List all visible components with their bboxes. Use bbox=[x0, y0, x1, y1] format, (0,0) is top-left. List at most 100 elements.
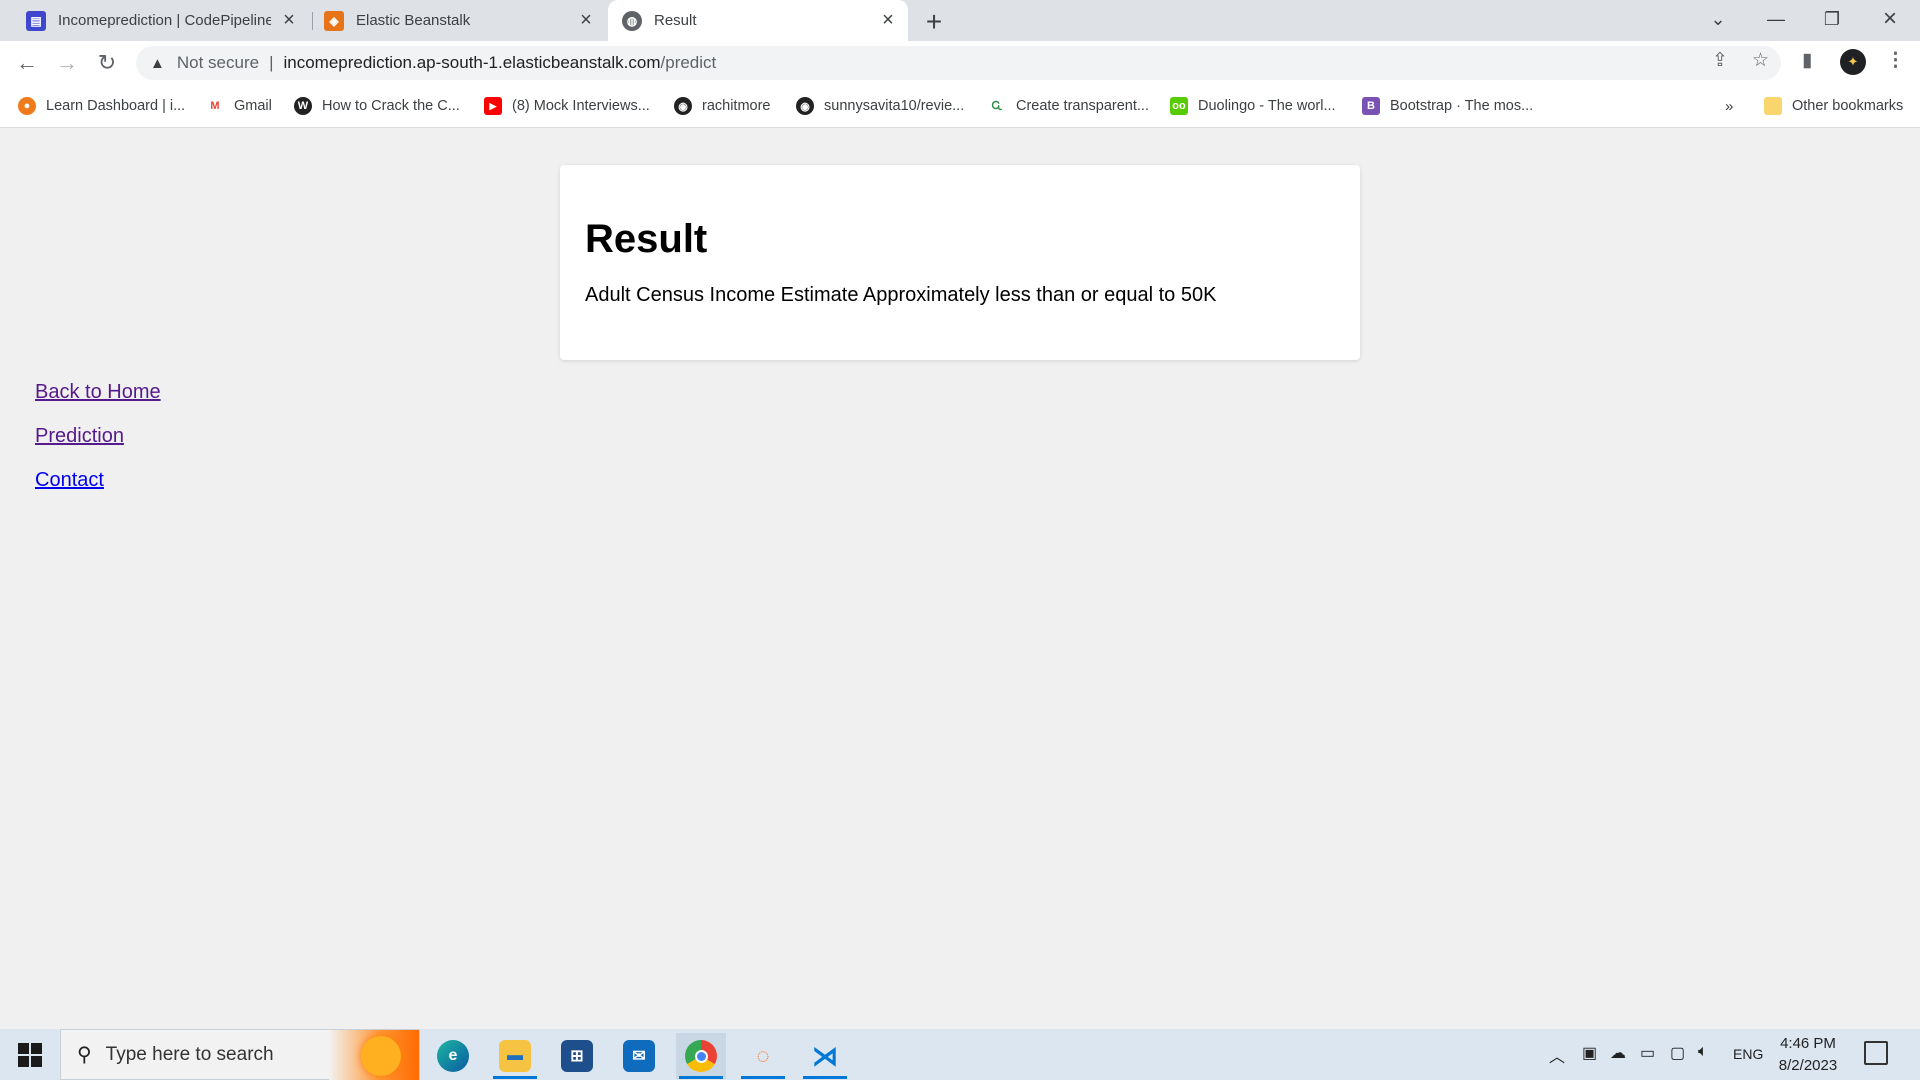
bookmarks-bar: ● Learn Dashboard | i... M Gmail W How t… bbox=[0, 85, 1920, 128]
mail-icon: ✉ bbox=[623, 1040, 655, 1072]
bookmark-label: Other bookmarks bbox=[1792, 98, 1904, 114]
jupyter-icon: ◌ bbox=[756, 1043, 770, 1068]
bookmark-label: sunnysavita10/revie... bbox=[824, 98, 965, 114]
taskbar-edge[interactable]: e bbox=[428, 1033, 478, 1079]
language-indicator[interactable]: ENG bbox=[1733, 1046, 1763, 1062]
learn-dashboard-icon: ● bbox=[18, 97, 36, 115]
bookmark-gmail[interactable]: M Gmail bbox=[206, 95, 272, 117]
back-button[interactable]: ← bbox=[11, 47, 43, 79]
chevron-up-icon[interactable]: ︿ bbox=[1549, 1043, 1565, 1067]
windows-start-button[interactable] bbox=[10, 1041, 50, 1069]
bookmark-label: Create transparent... bbox=[1016, 98, 1149, 114]
bookmark-rachitmore[interactable]: ◉ rachitmore bbox=[674, 95, 771, 117]
contact-link[interactable]: Contact bbox=[35, 469, 161, 493]
bookmark-duolingo[interactable]: oo Duolingo - The worl... bbox=[1170, 95, 1336, 117]
search-icon: ⚲ bbox=[77, 1044, 92, 1066]
back-to-home-link[interactable]: Back to Home bbox=[35, 381, 161, 405]
network-icon[interactable]: ▢ bbox=[1670, 1043, 1685, 1063]
bookmark-label: Bootstrap · The mos... bbox=[1390, 98, 1534, 114]
taskbar-mail[interactable]: ✉ bbox=[614, 1033, 664, 1079]
url-host: incomeprediction.ap-south-1.elasticbeans… bbox=[283, 53, 661, 72]
elastic-beanstalk-icon: ◈ bbox=[324, 10, 344, 31]
tab-search-icon[interactable]: ⌄ bbox=[1690, 0, 1746, 38]
bookmark-label: Duolingo - The worl... bbox=[1198, 98, 1336, 114]
clock-time: 4:46 PM bbox=[1780, 1035, 1836, 1052]
restore-button[interactable]: ❐ bbox=[1804, 0, 1860, 38]
tab-elastic-beanstalk[interactable]: ◈ Elastic Beanstalk × bbox=[316, 0, 606, 41]
profile-avatar[interactable]: ✦ bbox=[1840, 49, 1866, 75]
separator: | bbox=[269, 53, 274, 72]
gmail-icon: M bbox=[206, 97, 224, 115]
close-window-button[interactable]: × bbox=[1862, 0, 1918, 38]
windows-taskbar: ⚲ Type here to search e ▬ ⊞ ✉ ◌ ⋊ ︿ ▣ ☁ … bbox=[0, 1029, 1920, 1080]
bookmark-bootstrap[interactable]: B Bootstrap · The mos... bbox=[1362, 95, 1533, 117]
meet-icon[interactable]: ▣ bbox=[1582, 1043, 1597, 1063]
bookmark-mock-interviews[interactable]: ▶ (8) Mock Interviews... bbox=[484, 95, 650, 117]
edge-icon: e bbox=[437, 1040, 469, 1072]
folder-icon bbox=[1764, 97, 1782, 115]
folder-icon: ▬ bbox=[499, 1040, 531, 1072]
tab-strip: ▤ Incomeprediction | CodePipeline × ◈ El… bbox=[0, 0, 1920, 41]
taskbar-search-box[interactable]: ⚲ Type here to search bbox=[60, 1029, 420, 1080]
bookmarks-overflow-button[interactable]: » bbox=[1725, 95, 1733, 117]
tab-codepipeline[interactable]: ▤ Incomeprediction | CodePipeline × bbox=[14, 0, 309, 41]
tab-divider bbox=[312, 12, 313, 30]
taskbar-vscode[interactable]: ⋊ bbox=[800, 1033, 850, 1079]
taskbar-chrome[interactable] bbox=[676, 1033, 726, 1079]
bookmark-label: (8) Mock Interviews... bbox=[512, 98, 650, 114]
taskbar-clock[interactable]: 4:46 PM 8/2/2023 bbox=[1772, 1033, 1844, 1077]
forward-button[interactable]: → bbox=[51, 47, 83, 79]
share-icon[interactable]: ⇪ bbox=[1712, 49, 1728, 72]
bootstrap-icon: B bbox=[1362, 97, 1380, 115]
battery-icon[interactable]: ▭ bbox=[1640, 1043, 1655, 1063]
vscode-icon: ⋊ bbox=[812, 1040, 838, 1071]
bookmark-label: rachitmore bbox=[702, 98, 771, 114]
close-tab-icon[interactable]: × bbox=[574, 9, 598, 33]
windows-logo-icon bbox=[18, 1043, 29, 1054]
other-bookmarks-folder[interactable]: Other bookmarks bbox=[1764, 95, 1903, 117]
close-tab-icon[interactable]: × bbox=[277, 9, 301, 33]
tab-title: Elastic Beanstalk bbox=[356, 12, 471, 29]
bookmark-label: How to Crack the C... bbox=[322, 98, 460, 114]
onedrive-icon[interactable]: ☁ bbox=[1610, 1043, 1626, 1063]
bookmark-how-to-crack[interactable]: W How to Crack the C... bbox=[294, 95, 460, 117]
side-panel-icon[interactable]: ▮ bbox=[1802, 49, 1812, 72]
page-title: Result bbox=[585, 217, 708, 261]
address-bar[interactable]: ▲ Not secure | incomeprediction.ap-south… bbox=[136, 46, 1781, 80]
bookmark-learn-dashboard[interactable]: ● Learn Dashboard | i... bbox=[18, 95, 185, 117]
bookmark-star-icon[interactable]: ☆ bbox=[1752, 49, 1769, 72]
warning-icon[interactable]: ▲ bbox=[150, 55, 165, 72]
store-icon: ⊞ bbox=[561, 1040, 593, 1072]
bookmark-label: Learn Dashboard | i... bbox=[46, 98, 186, 114]
result-card: Result Adult Census Income Estimate Appr… bbox=[560, 165, 1360, 360]
close-tab-icon[interactable]: × bbox=[876, 9, 900, 33]
result-text: Adult Census Income Estimate Approximate… bbox=[585, 284, 1217, 306]
url-path: /predict bbox=[660, 53, 717, 72]
bookmark-create-transparent[interactable]: Ꮹ Create transparent... bbox=[988, 95, 1149, 117]
taskbar-jupyter[interactable]: ◌ bbox=[738, 1033, 788, 1079]
nav-links: Back to Home Prediction Contact bbox=[35, 381, 161, 513]
new-tab-button[interactable]: + bbox=[918, 6, 950, 38]
taskbar-file-explorer[interactable]: ▬ bbox=[490, 1033, 540, 1079]
chrome-icon bbox=[685, 1040, 717, 1072]
tab-result[interactable]: ◍ Result × bbox=[608, 0, 908, 41]
volume-icon[interactable]: 🔈︎ bbox=[1698, 1043, 1708, 1061]
minimize-button[interactable]: — bbox=[1748, 0, 1804, 38]
github-icon: ◉ bbox=[796, 97, 814, 115]
notification-center-icon[interactable] bbox=[1864, 1041, 1888, 1065]
bookmark-label: Gmail bbox=[234, 98, 272, 114]
search-placeholder: Type here to search bbox=[105, 1043, 274, 1065]
taskbar-store[interactable]: ⊞ bbox=[552, 1033, 602, 1079]
search-highlight-image bbox=[329, 1030, 419, 1080]
duolingo-icon: oo bbox=[1170, 97, 1188, 115]
reload-button[interactable]: ↻ bbox=[91, 47, 123, 79]
globe-icon: ◍ bbox=[622, 10, 642, 31]
prediction-link[interactable]: Prediction bbox=[35, 425, 161, 449]
browser-toolbar: ← → ↻ ▲ Not secure | incomeprediction.ap… bbox=[0, 41, 1920, 85]
more-menu-icon[interactable]: ⋮ bbox=[1886, 49, 1905, 72]
tab-title: Result bbox=[654, 12, 697, 29]
security-label[interactable]: Not secure bbox=[177, 53, 259, 73]
tab-title: Incomeprediction | CodePipeline bbox=[58, 12, 271, 29]
bookmark-sunnysavita10[interactable]: ◉ sunnysavita10/revie... bbox=[796, 95, 964, 117]
clock-date: 8/2/2023 bbox=[1778, 1057, 1838, 1074]
